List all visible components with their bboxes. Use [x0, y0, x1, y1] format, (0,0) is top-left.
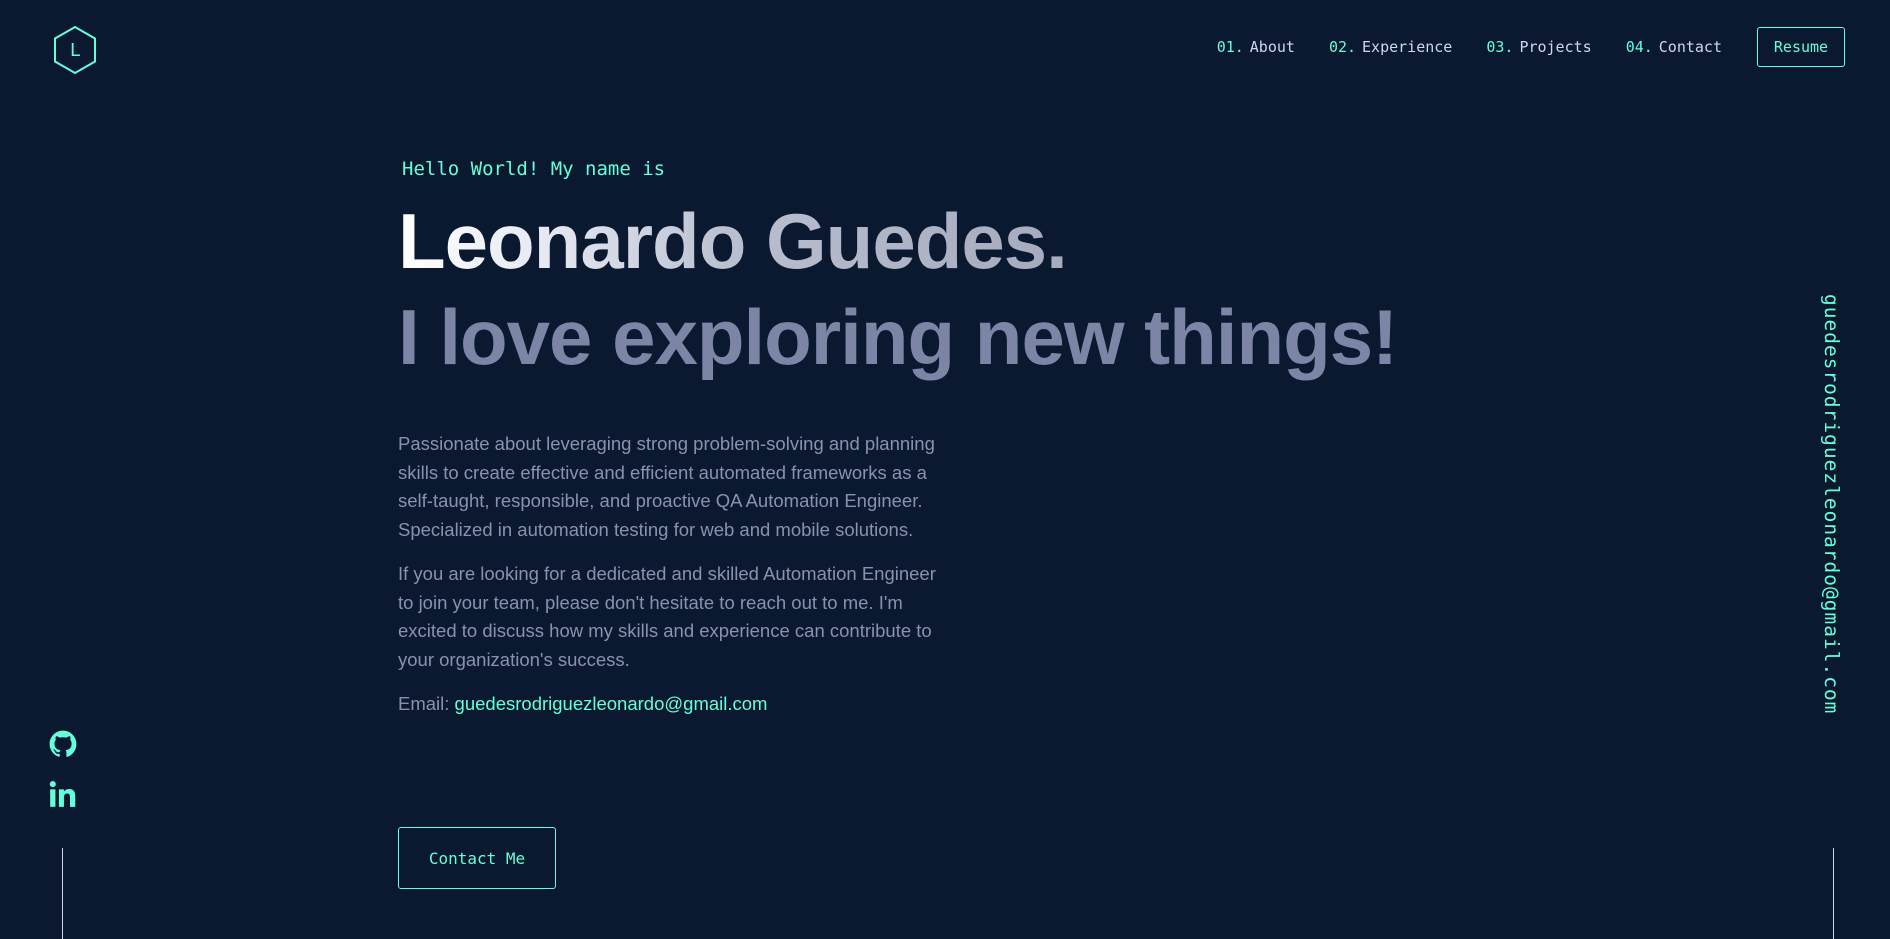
- bio: Passionate about leveraging strong probl…: [398, 430, 948, 735]
- main-nav: 01. About 02. Experience 03. Projects 04. Co…: [1217, 38, 1722, 56]
- nav-number: 02.: [1328, 38, 1357, 56]
- email-line: Email: guedesrodriguezleonardo@gmail.com: [398, 690, 948, 719]
- right-divider-line: [1833, 848, 1834, 939]
- nav-item-projects[interactable]: 03. Projects: [1486, 38, 1591, 56]
- github-icon[interactable]: [49, 730, 77, 758]
- bio-paragraph: If you are looking for a dedicated and s…: [398, 563, 936, 670]
- nav-label: Projects: [1519, 38, 1592, 56]
- nav-item-contact[interactable]: 04. Contact: [1626, 38, 1722, 56]
- contact-me-button[interactable]: Contact Me: [398, 827, 556, 889]
- hero-tagline: I love exploring new things!: [398, 293, 1398, 381]
- nav-label: Contact: [1658, 38, 1722, 56]
- nav-number: 04.: [1625, 38, 1653, 56]
- greeting: Hello World! My name is: [402, 158, 666, 180]
- hero-name: Leonardo Guedes.: [398, 197, 1068, 285]
- email-link[interactable]: guedesrodriguezleonardo@gmail.com: [455, 693, 768, 714]
- logo-letter: L: [70, 40, 80, 61]
- hexagon-logo-icon: L: [54, 25, 96, 75]
- social-links: [48, 730, 78, 808]
- linkedin-icon[interactable]: [49, 780, 77, 808]
- logo[interactable]: L: [52, 25, 98, 75]
- email-label: Email:: [398, 693, 450, 714]
- resume-button[interactable]: Resume: [1757, 27, 1845, 67]
- nav-label: About: [1249, 38, 1295, 56]
- nav-item-experience[interactable]: 02. Experience: [1329, 38, 1452, 56]
- nav-number: 01.: [1216, 38, 1244, 56]
- nav-label: Experience: [1362, 38, 1453, 56]
- nav-number: 03.: [1486, 38, 1514, 56]
- nav-item-about[interactable]: 01. About: [1217, 38, 1295, 56]
- side-email-link[interactable]: guedesrodriguezleonardo@gmail.com: [1820, 294, 1843, 714]
- bio-paragraph: Passionate about leveraging strong probl…: [398, 433, 935, 540]
- left-divider-line: [62, 848, 63, 939]
